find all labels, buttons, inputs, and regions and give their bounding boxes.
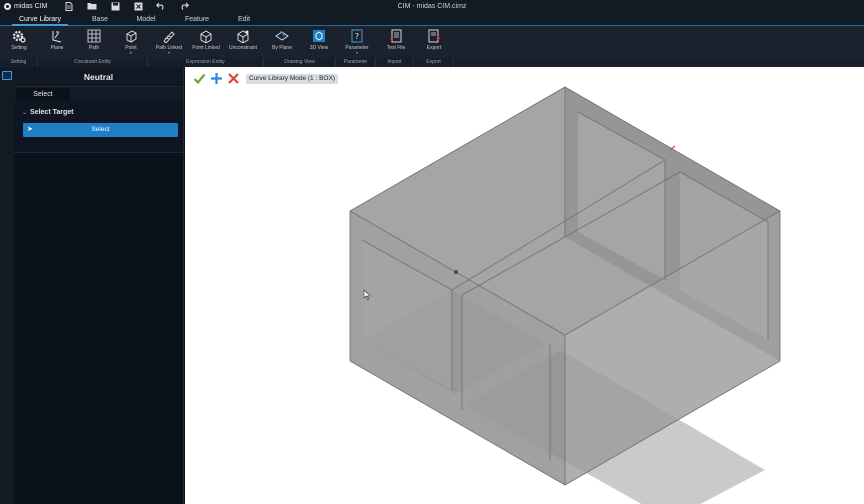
tab-select[interactable]: Select [16, 88, 70, 101]
plane-button[interactable]: Plane [43, 29, 71, 59]
title-bar: midas CIM CIM - midas CIM.cimz [0, 0, 864, 14]
close-file-icon[interactable] [133, 2, 143, 12]
parameter-icon: ? [351, 29, 363, 43]
gear-icon [12, 30, 26, 43]
group-constraint-entity: Constraint Entity [38, 58, 148, 67]
path-label: Path [88, 45, 100, 51]
point-dropdown-icon[interactable]: ▾ [117, 51, 145, 55]
unconstraint-label: Unconstraint [228, 45, 258, 51]
import-text-file-icon [390, 29, 402, 43]
tab-curve-library[interactable]: Curve Library [12, 14, 68, 26]
3d-view-label: 3D View [309, 45, 329, 51]
point-linked-label: Point Linked [192, 45, 220, 51]
group-parameter: Parameter [336, 58, 376, 67]
select-target-header[interactable]: ⌄ Select Target [22, 109, 73, 116]
point-cube-icon [126, 30, 137, 43]
app-name: midas CIM [14, 3, 48, 10]
plane-icon [52, 31, 62, 43]
save-icon[interactable] [110, 2, 120, 12]
redo-icon[interactable] [179, 2, 189, 12]
3d-view-icon [313, 30, 325, 42]
left-strip [0, 67, 14, 504]
export-icon [428, 29, 440, 43]
select-target-label: Select Target [30, 109, 74, 116]
svg-text:?: ? [355, 32, 359, 41]
plane-label: Plane [50, 45, 64, 51]
3d-view-button[interactable]: 3D View [304, 29, 334, 59]
add-plus-icon[interactable] [210, 72, 223, 85]
export-button[interactable]: Export [419, 29, 449, 59]
cancel-x-icon[interactable] [227, 72, 240, 85]
point-linked-icon [200, 30, 212, 43]
tab-edit[interactable]: Edit [232, 14, 256, 26]
cursor-arrow-icon: ➤ [27, 126, 33, 133]
path-button[interactable]: Path [80, 29, 108, 59]
group-expression-entity: Expression Entity [148, 58, 264, 67]
midas-logo-icon [4, 3, 11, 10]
text-file-button[interactable]: Text File [381, 29, 411, 59]
group-export: Export [414, 58, 454, 67]
group-setting: Setting [0, 58, 38, 67]
export-label: Export [426, 45, 442, 51]
path-linked-dropdown-icon[interactable]: ▾ [152, 51, 186, 55]
select-button[interactable]: ➤ Select [23, 123, 178, 137]
monitor-icon[interactable] [2, 71, 12, 80]
group-import: Import [376, 58, 414, 67]
confirm-check-icon[interactable] [193, 72, 206, 85]
point-button[interactable]: Point ▾ [117, 29, 145, 59]
tab-feature[interactable]: Feature [180, 14, 214, 26]
tab-base[interactable]: Base [84, 14, 116, 26]
open-folder-icon[interactable] [87, 2, 97, 12]
app-window: midas CIM CIM - midas CIM.cimz Curve Lib… [0, 0, 864, 504]
text-file-label: Text File [386, 45, 406, 51]
point-linked-button[interactable]: Point Linked [189, 29, 223, 59]
3d-viewport[interactable]: Curve Library Mode (1 : BOX) [185, 67, 864, 504]
path-linked-button[interactable]: Path Linked ▾ [152, 29, 186, 59]
panel-tabs: Select [14, 87, 183, 101]
select-button-label: Select [91, 126, 110, 133]
window-title: CIM - midas CIM.cimz [397, 3, 467, 10]
model-pick-point[interactable] [454, 270, 458, 274]
by-plane-label: By Plane [271, 45, 292, 51]
unconstraint-icon [237, 30, 249, 43]
panel-title: Neutral [14, 67, 183, 87]
new-file-icon[interactable] [64, 2, 74, 12]
by-plane-icon [275, 31, 289, 41]
group-drawing-view: Drawing View [264, 58, 336, 67]
box-model [349, 86, 781, 504]
setting-label: Setting [11, 45, 27, 51]
viewport-toolbar: Curve Library Mode (1 : BOX) [193, 72, 338, 85]
menu-bar: Curve Library Base Model Feature Edit [0, 14, 864, 26]
chevron-down-icon: ⌄ [22, 110, 28, 116]
tab-model[interactable]: Model [130, 14, 162, 26]
path-linked-icon [163, 31, 175, 43]
by-plane-button[interactable]: By Plane [267, 29, 297, 59]
setting-button[interactable]: Setting [5, 29, 33, 59]
undo-icon[interactable] [156, 2, 166, 12]
unconstraint-button[interactable]: Unconstraint [225, 29, 261, 59]
neutral-panel: Neutral Select ⌄ Select Target ➤ Select [14, 67, 184, 504]
app-logo: midas CIM [4, 3, 47, 10]
grid-path-icon [87, 29, 101, 43]
mode-label: Curve Library Mode (1 : BOX) [246, 73, 338, 84]
ribbon-group-bar: Setting Constraint Entity Expression Ent… [0, 58, 864, 67]
parameter-button[interactable]: ? Parameter ▾ [340, 29, 374, 59]
parameter-dropdown-icon[interactable]: ▾ [340, 51, 374, 55]
